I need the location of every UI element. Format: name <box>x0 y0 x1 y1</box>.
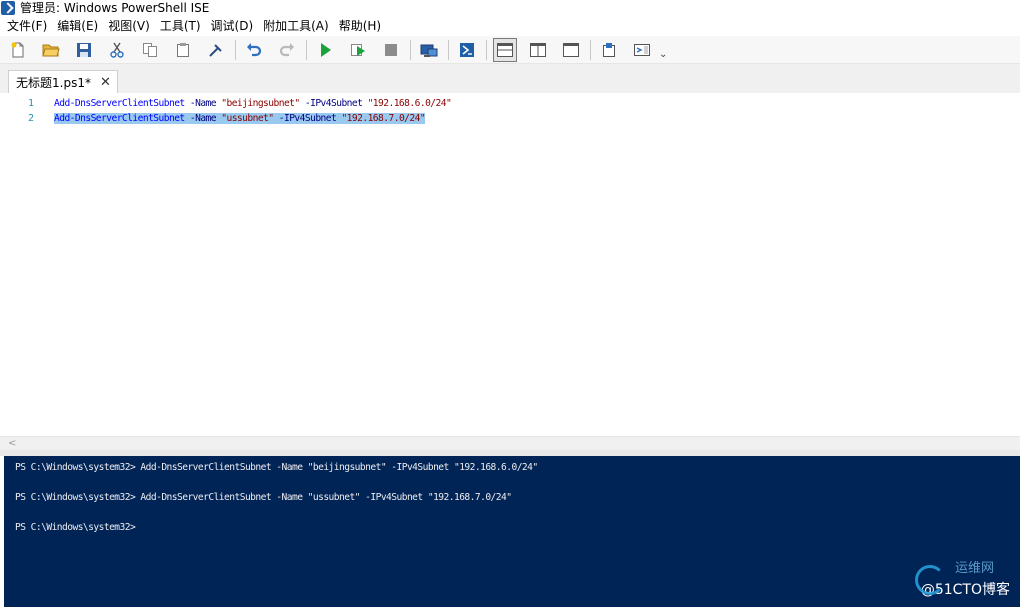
code-string: "192.168.7.0/24" <box>341 113 426 124</box>
copy-icon <box>143 42 157 57</box>
window-title: 管理员: Windows PowerShell ISE <box>20 1 210 15</box>
line-number: 2 <box>27 113 34 124</box>
powershell-console-icon <box>460 42 474 57</box>
code-line: 2 Add-DnsServerClientSubnet -Name "ussub… <box>0 111 1020 126</box>
line-number: 1 <box>27 98 34 109</box>
code-string: "192.168.6.0/24" <box>367 98 452 109</box>
code-text-selected: Add-DnsServerClientSubnet -Name "ussubne… <box>54 113 426 124</box>
watermark-top-text: 运维网 <box>954 561 994 576</box>
code-text: Add-DnsServerClientSubnet -Name "beijing… <box>54 98 452 109</box>
remote-powershell-button[interactable] <box>417 38 441 62</box>
console-line: PS C:\Windows\system32> Add-DnsServerCli… <box>15 492 512 503</box>
new-file-icon <box>11 42 24 57</box>
watermark-logo-icon <box>914 565 945 595</box>
toolbar-separator <box>306 39 307 60</box>
code-parameter: -IPv4Subnet <box>299 98 368 109</box>
copy-button[interactable] <box>138 38 162 62</box>
code-parameter: -Name <box>184 98 222 109</box>
clear-console-icon <box>209 43 222 57</box>
code-string: "beijingsubnet" <box>221 98 300 109</box>
paste-button[interactable] <box>171 38 195 62</box>
menu-view[interactable]: 视图(V) <box>103 16 155 36</box>
code-command: Add-DnsServerClientSubnet <box>54 98 185 109</box>
menu-help[interactable]: 帮助(H) <box>334 16 386 36</box>
save-icon <box>77 42 91 57</box>
toolbar-separator <box>590 39 591 60</box>
menu-file[interactable]: 文件(F) <box>2 16 52 36</box>
console-line: PS C:\Windows\system32> Add-DnsServerCli… <box>15 462 538 473</box>
stop-icon <box>385 43 397 56</box>
layout-top-button[interactable] <box>493 37 517 62</box>
title-bar: 管理员: Windows PowerShell ISE <box>0 0 1020 16</box>
open-button[interactable] <box>39 38 63 62</box>
stop-button[interactable] <box>379 38 403 62</box>
clear-console-button[interactable] <box>204 38 228 62</box>
menu-debug[interactable]: 调试(D) <box>206 16 259 36</box>
layout-top-icon <box>497 42 513 57</box>
cut-button[interactable] <box>105 38 129 62</box>
show-command-window-icon <box>603 42 615 57</box>
paste-icon <box>177 42 189 57</box>
toolbar-overflow-icon[interactable]: ⌄ <box>659 49 667 60</box>
console-pane[interactable]: PS C:\Windows\system32> Add-DnsServerCli… <box>4 456 1020 607</box>
open-folder-icon <box>42 44 60 56</box>
run-selection-icon <box>351 43 365 56</box>
run-script-icon <box>321 42 331 57</box>
layout-maximized-button[interactable] <box>559 38 583 62</box>
cut-icon <box>110 42 124 58</box>
watermark: 运维网 @51CTO博客 <box>914 561 1010 599</box>
tab-label: 无标题1.ps1* <box>16 75 91 90</box>
undo-button[interactable] <box>242 38 266 62</box>
undo-icon <box>247 42 262 56</box>
run-selection-button[interactable] <box>346 38 370 62</box>
layout-right-button[interactable] <box>526 38 550 62</box>
redo-button[interactable] <box>275 38 299 62</box>
tab-strip: 无标题1.ps1* ✕ <box>0 64 1020 93</box>
toolbar-separator <box>235 39 236 60</box>
console-line: PS C:\Windows\system32> <box>15 522 136 533</box>
powershell-ise-icon <box>1 1 15 15</box>
code-command: Add-DnsServerClientSubnet <box>54 113 185 124</box>
toolbar-separator <box>448 39 449 60</box>
powershell-console-button[interactable] <box>455 38 479 62</box>
save-button[interactable] <box>72 38 96 62</box>
toolbar-separator <box>410 39 411 60</box>
show-command-addon-button[interactable] <box>630 38 654 62</box>
layout-maximized-icon <box>563 42 579 57</box>
scroll-left-icon[interactable]: < <box>8 437 16 451</box>
run-script-button[interactable] <box>313 38 337 62</box>
remote-powershell-icon <box>420 44 438 57</box>
script-editor[interactable]: 1 Add-DnsServerClientSubnet -Name "beiji… <box>0 93 1020 436</box>
code-line: 1 Add-DnsServerClientSubnet -Name "beiji… <box>0 96 1020 111</box>
code-parameter: -Name <box>184 113 222 124</box>
editor-horizontal-scrollbar[interactable]: < <box>0 436 1020 450</box>
code-string: "ussubnet" <box>221 113 274 124</box>
show-command-window-button[interactable] <box>597 38 621 62</box>
toolbar: ⌄ <box>0 36 1020 64</box>
redo-icon <box>279 42 294 56</box>
new-file-button[interactable] <box>6 38 30 62</box>
close-icon[interactable]: ✕ <box>100 76 111 89</box>
toolbar-separator <box>486 39 487 60</box>
menu-addons[interactable]: 附加工具(A) <box>258 16 334 36</box>
menu-tools[interactable]: 工具(T) <box>155 16 206 36</box>
code-parameter: -IPv4Subnet <box>273 113 342 124</box>
tab-untitled1[interactable]: 无标题1.ps1* ✕ <box>8 70 118 93</box>
show-command-addon-icon <box>634 43 650 56</box>
menu-bar: 文件(F) 编辑(E) 视图(V) 工具(T) 调试(D) 附加工具(A) 帮助… <box>0 16 1020 36</box>
menu-edit[interactable]: 编辑(E) <box>52 16 103 36</box>
layout-right-icon <box>530 42 546 57</box>
